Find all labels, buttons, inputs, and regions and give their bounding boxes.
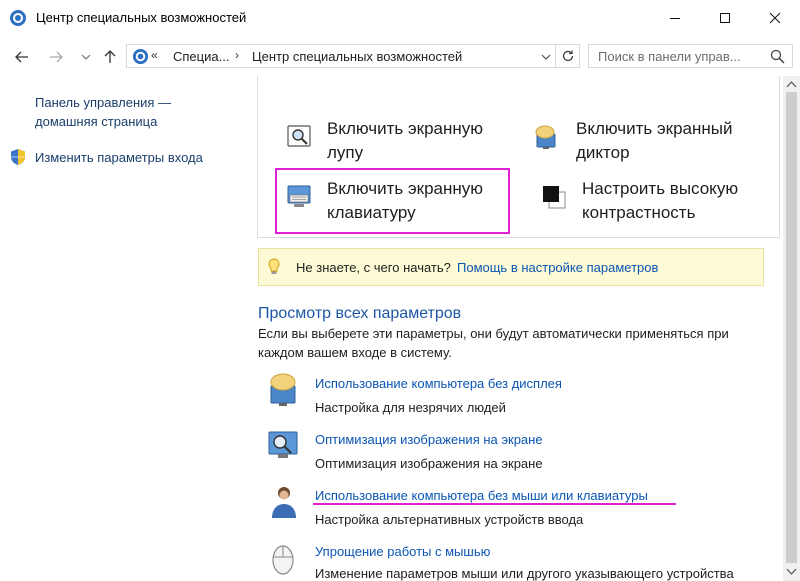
title-bar: Центр специальных возможностей — [0, 0, 800, 38]
all-settings-heading: Просмотр всех параметров — [258, 305, 462, 322]
refresh-button[interactable] — [555, 45, 580, 67]
search-placeholder: Поиск в панели управ... — [598, 49, 741, 64]
refresh-icon — [562, 50, 574, 62]
forward-arrow-icon — [50, 51, 63, 63]
quick-action-label: контрастность — [582, 203, 696, 222]
keyboard-highlight-frame — [275, 168, 510, 234]
control-panel-home-link[interactable]: Панель управления — домашняя страница — [35, 93, 171, 131]
option-link[interactable]: Использование компьютера без дисплея — [315, 376, 562, 391]
link-line: домашняя страница — [35, 114, 158, 129]
minimize-icon — [670, 18, 680, 19]
breadcrumb-separator[interactable]: › — [235, 48, 239, 62]
recent-locations-button[interactable] — [80, 49, 92, 65]
minimize-button[interactable] — [650, 0, 700, 36]
option-description: Настройка альтернативных устройств ввода — [315, 512, 584, 527]
quick-action-label: Включить экранный — [576, 119, 733, 138]
magnifier-icon — [287, 125, 311, 147]
back-arrow-icon — [15, 51, 28, 63]
option-description: Настройка для незрячих людей — [315, 400, 506, 415]
set-high-contrast-link[interactable]: Настроить высокую контрастность — [582, 177, 738, 225]
vertical-scrollbar[interactable] — [783, 76, 800, 581]
address-overflow-chevron[interactable]: « — [151, 48, 158, 62]
option-description: Оптимизация изображения на экране — [315, 456, 543, 471]
breadcrumb-item[interactable]: Центр специальных возможностей — [252, 49, 462, 64]
lightbulb-icon — [268, 258, 280, 274]
forward-button[interactable] — [48, 49, 64, 65]
link-highlight-underline — [313, 503, 676, 505]
start-narrator-link[interactable]: Включить экранный диктор — [576, 117, 733, 165]
breadcrumb-item[interactable]: Специа... — [173, 49, 229, 64]
address-bar[interactable]: « Специа... › Центр специальных возможно… — [126, 44, 580, 68]
control-panel-icon — [132, 48, 149, 65]
quick-action-label: Настроить высокую — [582, 179, 739, 198]
option-link[interactable]: Оптимизация изображения на экране — [315, 432, 543, 447]
tip-bar: Не знаете, с чего начать? Помощь в настр… — [258, 248, 764, 286]
option-description: Изменение параметров мыши или другого ук… — [315, 566, 734, 581]
search-icon[interactable] — [770, 49, 785, 64]
option-link[interactable]: Упрощение работы с мышью — [315, 544, 490, 559]
tip-question: Не знаете, с чего начать? — [296, 260, 451, 275]
scroll-up-arrow-icon[interactable] — [786, 80, 797, 88]
quick-action-label: диктор — [576, 143, 630, 162]
narrator-icon — [535, 125, 556, 149]
back-button[interactable] — [14, 49, 30, 65]
person-icon — [272, 487, 296, 518]
maximize-button[interactable] — [700, 0, 750, 36]
scroll-down-arrow-icon[interactable] — [786, 568, 797, 576]
contrast-icon — [543, 186, 566, 209]
chevron-down-icon — [81, 54, 91, 60]
speech-bubble-icon — [270, 373, 296, 406]
close-icon — [769, 12, 781, 24]
sidebar: Панель управления — домашняя страница Из… — [0, 76, 240, 581]
window-title: Центр специальных возможностей — [36, 10, 247, 25]
scrollbar-thumb[interactable] — [786, 92, 797, 563]
address-dropdown-button[interactable] — [536, 48, 555, 66]
shield-icon — [11, 149, 25, 165]
option-link[interactable]: Использование компьютера без мыши или кл… — [315, 488, 648, 503]
tip-help-link[interactable]: Помощь в настройке параметров — [457, 260, 658, 275]
quick-action-label: лупу — [327, 143, 364, 162]
start-magnifier-link[interactable]: Включить экранную лупу — [327, 117, 483, 165]
search-input[interactable]: Поиск в панели управ... — [588, 44, 793, 68]
accessibility-center-icon — [10, 10, 26, 26]
up-arrow-icon — [104, 50, 116, 63]
chevron-down-icon — [541, 54, 551, 60]
screen-magnify-icon — [268, 431, 298, 458]
change-signin-settings-link[interactable]: Изменить параметры входа — [35, 148, 203, 167]
all-settings-description: Если вы выберете эти параметры, они буду… — [258, 326, 729, 360]
up-button[interactable] — [102, 49, 118, 65]
mouse-icon — [272, 545, 294, 575]
close-button[interactable] — [750, 0, 800, 36]
quick-action-label: Включить экранную — [327, 119, 484, 138]
maximize-icon — [720, 13, 730, 23]
link-line: Панель управления — — [35, 95, 172, 110]
